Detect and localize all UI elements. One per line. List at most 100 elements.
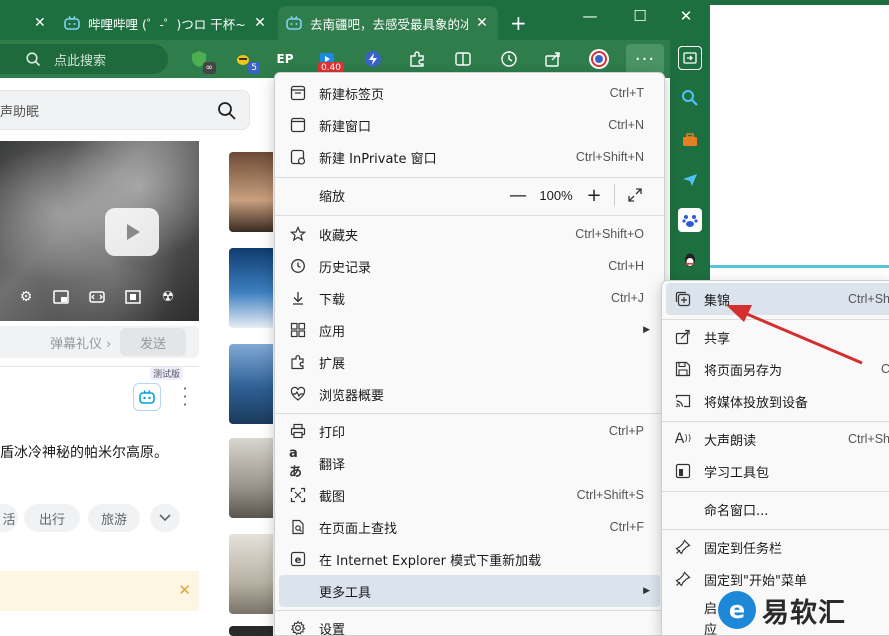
- split-screen-icon[interactable]: [452, 48, 474, 70]
- recommend-thumbnail[interactable]: [229, 438, 273, 518]
- video-player[interactable]: ⚙ ☢: [0, 141, 199, 321]
- sidebar-search-icon[interactable]: [678, 86, 702, 110]
- danmaku-etiquette-link[interactable]: 弹幕礼仪 ›: [50, 333, 111, 352]
- submenu-item-read-aloud[interactable]: A)) 大声朗读 Ctrl+Sh: [666, 423, 889, 455]
- shield-extension-icon[interactable]: ∞: [188, 48, 216, 74]
- close-window-button[interactable]: ✕: [666, 4, 706, 28]
- submenu-item-share[interactable]: 共享: [666, 321, 889, 353]
- new-tab-button[interactable]: +: [502, 6, 532, 40]
- share-toolbar-icon[interactable]: [542, 48, 564, 70]
- sidebar-toggle-icon[interactable]: [678, 46, 702, 70]
- tag-chip[interactable]: 旅游: [88, 504, 140, 532]
- zoom-out-button[interactable]: —: [504, 181, 532, 209]
- menu-item-history[interactable]: 历史记录 Ctrl+H: [279, 250, 660, 282]
- tab-bilibili[interactable]: 哔哩哔哩 (゜-゜)つロ 干杯~-bilibili ✕: [56, 6, 276, 40]
- favorites-icon: [289, 225, 307, 243]
- tab-title: 哔哩哔哩 (゜-゜)つロ 干杯~-bilibili: [88, 16, 246, 32]
- tab-close-icon[interactable]: ✕: [474, 15, 490, 31]
- fullscreen-icon[interactable]: ☢: [158, 287, 178, 307]
- recommend-thumbnail[interactable]: [229, 534, 273, 614]
- menu-item-new-tab[interactable]: 新建标签页 Ctrl+T: [279, 77, 660, 109]
- pip-icon[interactable]: [51, 287, 71, 307]
- recommend-thumbnail[interactable]: [229, 344, 273, 424]
- site-search-text: 声助眠: [0, 104, 40, 120]
- tab-title: 去南疆吧，去感受最具象的冰川美景: [310, 16, 468, 32]
- minimize-button[interactable]: —: [570, 4, 610, 28]
- pin-icon: [674, 538, 692, 556]
- zoom-divider: [614, 184, 615, 206]
- menu-item-downloads[interactable]: 下载 Ctrl+J: [279, 282, 660, 314]
- menu-item-new-window[interactable]: 新建窗口 Ctrl+N: [279, 109, 660, 141]
- menu-item-favorites[interactable]: 收藏夹 Ctrl+Shift+O: [279, 218, 660, 250]
- cast-icon: [674, 392, 692, 410]
- menu-item-screenshot[interactable]: 截图 Ctrl+Shift+S: [279, 479, 660, 511]
- menu-item-inprivate[interactable]: 新建 InPrivate 窗口 Ctrl+Shift+N: [279, 141, 660, 173]
- address-search[interactable]: 点此搜索: [0, 44, 168, 74]
- sidebar-qq-icon[interactable]: [678, 248, 702, 272]
- submenu-item-save-page[interactable]: 将页面另存为 C: [666, 353, 889, 385]
- menu-item-print[interactable]: 打印 Ctrl+P: [279, 415, 660, 447]
- menu-item-find-on-page[interactable]: 在页面上查找 Ctrl+F: [279, 511, 660, 543]
- bee-extension-icon[interactable]: 5: [232, 48, 260, 74]
- tag-chip[interactable]: 活: [0, 504, 18, 532]
- puzzle-extensions-icon[interactable]: [406, 48, 428, 70]
- menu-divider: [275, 610, 664, 611]
- submenu-item-collections[interactable]: 集锦 Ctrl+Sh: [666, 283, 889, 315]
- submenu-arrow-icon: ▶: [643, 325, 650, 335]
- settings-gear-icon[interactable]: ⚙: [16, 287, 36, 307]
- profile-avatar-icon[interactable]: [588, 48, 610, 70]
- close-icon[interactable]: ✕: [178, 581, 191, 599]
- beta-badge: 测试版: [150, 367, 184, 380]
- submenu-item-cast-media[interactable]: 将媒体投放到设备: [666, 385, 889, 417]
- tab-strip: ✕ 哔哩哔哩 (゜-゜)つロ 干杯~-bilibili ✕ 去南疆吧，去感受最具…: [0, 0, 710, 40]
- more-options-icon[interactable]: · · ·: [180, 381, 190, 413]
- video-extension-icon[interactable]: 0.40: [316, 48, 344, 74]
- zoom-in-button[interactable]: +: [580, 181, 608, 209]
- tab-close-icon[interactable]: ✕: [252, 15, 268, 31]
- widescreen-icon[interactable]: [87, 287, 107, 307]
- pin-icon: [674, 570, 692, 588]
- tab-0[interactable]: ✕: [0, 6, 52, 40]
- sidebar-send-icon[interactable]: [678, 168, 702, 192]
- submenu-item-pin-taskbar[interactable]: 固定到任务栏: [666, 531, 889, 563]
- play-icon[interactable]: [105, 208, 159, 256]
- sidebar-baidu-icon[interactable]: [678, 208, 702, 232]
- web-fullscreen-icon[interactable]: [123, 287, 143, 307]
- ai-assistant-icon[interactable]: [133, 383, 161, 411]
- sidebar-tools-icon[interactable]: [678, 128, 702, 152]
- tab-nanjiang[interactable]: 去南疆吧，去感受最具象的冰川美景 ✕: [278, 6, 498, 40]
- settings-more-button[interactable]: ···: [626, 44, 664, 74]
- menu-item-translate[interactable]: aあ 翻译: [279, 446, 660, 480]
- new-tab-icon: [289, 84, 307, 102]
- search-icon[interactable]: [217, 101, 237, 121]
- history-icon: [289, 257, 307, 275]
- recommend-thumbnail[interactable]: [229, 248, 273, 328]
- video-description: 盾冰冷神秘的帕米尔高原。: [0, 445, 168, 461]
- menu-item-more-tools[interactable]: 更多工具 ▶: [279, 575, 660, 607]
- menu-item-browser-essentials[interactable]: 浏览器概要: [279, 378, 660, 410]
- submenu-item-learning-toolkit[interactable]: 学习工具包: [666, 455, 889, 487]
- menu-item-ie-mode[interactable]: e 在 Internet Explorer 模式下重新加载: [279, 543, 660, 575]
- submenu-item-name-window[interactable]: 命名窗口...: [666, 493, 889, 525]
- fullscreen-expand-icon[interactable]: [621, 181, 649, 209]
- recommend-thumbnail[interactable]: [229, 152, 273, 232]
- new-window-icon: [289, 116, 307, 134]
- recommend-thumbnail[interactable]: [229, 626, 273, 636]
- search-placeholder: 点此搜索: [54, 53, 107, 69]
- ep-extension-icon[interactable]: EP: [274, 48, 296, 70]
- submenu-divider: [662, 491, 889, 492]
- lightning-extension-icon[interactable]: [362, 48, 384, 70]
- tag-chip[interactable]: 出行: [24, 504, 80, 532]
- svg-text:e: e: [295, 555, 302, 566]
- menu-item-settings[interactable]: 设置: [279, 612, 660, 636]
- menu-item-extensions[interactable]: 扩展: [279, 346, 660, 378]
- browser-settings-menu: 新建标签页 Ctrl+T 新建窗口 Ctrl+N 新建 InPrivate 窗口…: [274, 72, 665, 636]
- menu-divider: [275, 177, 664, 178]
- tab-close-icon[interactable]: ✕: [34, 15, 46, 31]
- maximize-button[interactable]: ☐: [620, 4, 660, 28]
- send-danmaku-button[interactable]: 发送: [120, 328, 186, 356]
- history-toolbar-icon[interactable]: [498, 48, 520, 70]
- menu-item-apps[interactable]: 应用 ▶: [279, 314, 660, 346]
- site-search-box[interactable]: 声助眠: [0, 90, 250, 130]
- expand-tags-icon[interactable]: [150, 504, 180, 532]
